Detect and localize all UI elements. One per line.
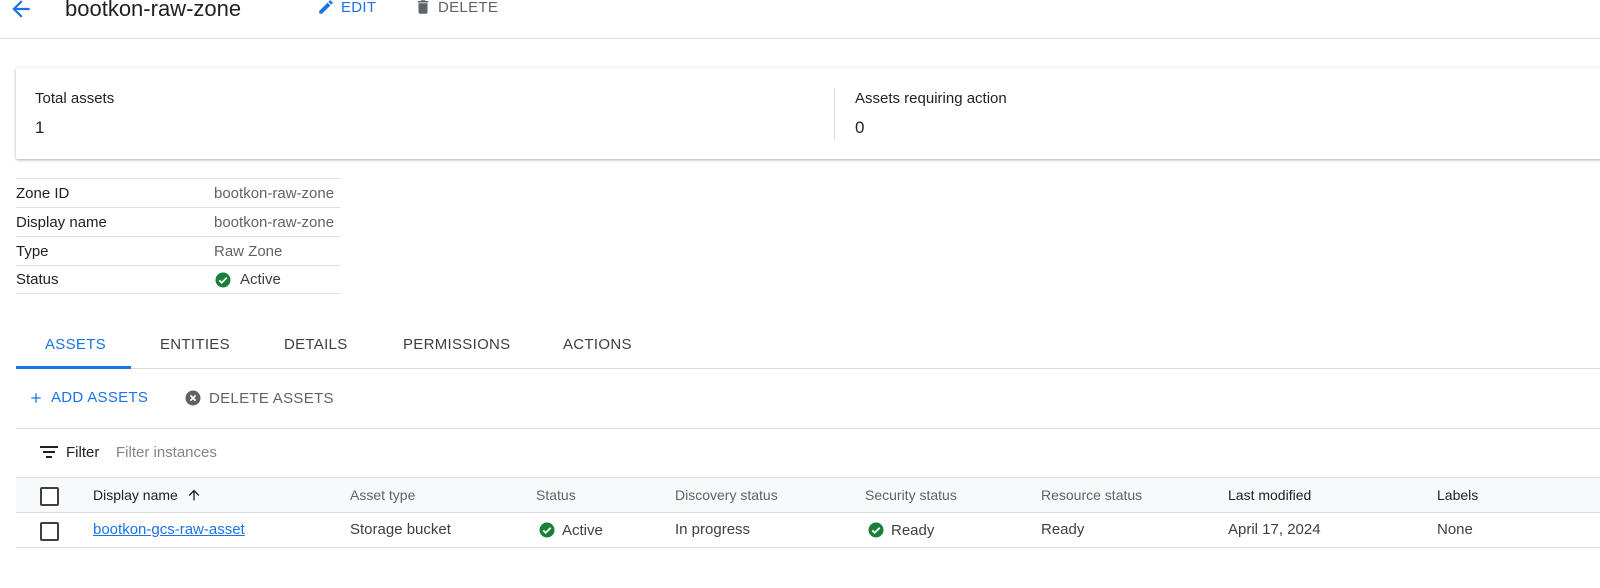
property-key: Display name (16, 213, 107, 231)
row-checkbox[interactable] (40, 522, 59, 541)
tab-actions[interactable]: ACTIONS (563, 336, 632, 353)
column-header-discovery-status[interactable]: Discovery status (675, 487, 778, 503)
cell-resource-status: Ready (1041, 521, 1085, 538)
column-header-asset-type[interactable]: Asset type (350, 487, 415, 503)
column-header-status[interactable]: Status (536, 487, 576, 503)
assets-table-header: Display name Asset type Status Discovery… (16, 478, 1600, 513)
cell-security-status: Ready (867, 521, 934, 539)
assets-requiring-action-value: 0 (855, 118, 865, 137)
sort-ascending-arrow-icon (188, 489, 200, 501)
property-key: Status (16, 271, 59, 288)
tab-permissions[interactable]: PERMISSIONS (403, 336, 511, 353)
filter-icon[interactable] (40, 445, 58, 464)
trash-icon (417, 0, 429, 14)
filter-label: Filter (66, 444, 100, 461)
delete-assets-label: DELETE ASSETS (209, 389, 334, 407)
property-value: Raw Zone (214, 242, 283, 260)
pencil-icon (319, 0, 333, 14)
filter-input[interactable] (116, 439, 516, 465)
check-circle-icon (867, 521, 885, 539)
column-header-resource-status[interactable]: Resource status (1041, 487, 1142, 503)
asset-action-bar: ADD ASSETS DELETE ASSETS (16, 369, 1600, 429)
status-text: Active (562, 521, 603, 539)
property-row-display-name: Display name bootkon-raw-zone (16, 207, 340, 236)
total-assets-value: 1 (35, 118, 45, 137)
property-row-type: Type Raw Zone (16, 236, 340, 265)
asset-link[interactable]: bootkon-gcs-raw-asset (93, 521, 245, 538)
cell-status: Active (538, 521, 603, 539)
total-assets-label: Total assets (35, 90, 115, 107)
assets-requiring-action-label: Assets requiring action (855, 90, 1007, 107)
cell-discovery-status: In progress (675, 521, 751, 538)
delete-assets-button[interactable]: DELETE ASSETS (184, 389, 334, 407)
column-header-security-status[interactable]: Security status (865, 487, 957, 503)
add-assets-button[interactable]: ADD ASSETS (28, 389, 148, 406)
tab-entities[interactable]: ENTITIES (160, 336, 230, 353)
tab-bar: ASSETS ENTITIES DETAILS PERMISSIONS ACTI… (16, 322, 1600, 369)
delete-button[interactable]: DELETE (414, 0, 498, 16)
property-row-status: Status Active (16, 265, 340, 294)
cell-labels: None (1437, 521, 1473, 538)
tab-details[interactable]: DETAILS (284, 336, 348, 353)
add-assets-label: ADD ASSETS (51, 389, 149, 406)
check-circle-icon (538, 521, 556, 539)
column-label: Display name (93, 487, 178, 503)
page-header: bootkon-raw-zone EDIT DELETE (0, 0, 1600, 39)
plus-icon (31, 392, 41, 403)
asset-summary-card: Total assets 1 Assets requiring action 0 (16, 68, 1600, 159)
cancel-circle-icon (185, 390, 201, 406)
back-arrow-icon[interactable] (8, 0, 34, 22)
check-circle-icon (214, 271, 232, 289)
property-value: bootkon-raw-zone (214, 184, 335, 202)
property-key: Type (16, 242, 49, 260)
edit-button[interactable]: EDIT (317, 0, 376, 16)
edit-label: EDIT (341, 0, 377, 16)
table-row: bootkon-gcs-raw-asset Storage bucket Act… (16, 513, 1600, 548)
column-header-display-name[interactable]: Display name (93, 487, 202, 503)
column-header-last-modified[interactable]: Last modified (1228, 487, 1311, 503)
cell-last-modified: April 17, 2024 (1228, 521, 1321, 538)
page-title: bootkon-raw-zone (65, 0, 242, 21)
security-status-text: Ready (891, 521, 935, 539)
zone-properties: Zone ID bootkon-raw-zone Display name bo… (16, 178, 340, 294)
status-text: Active (240, 271, 281, 288)
delete-label: DELETE (438, 0, 499, 16)
property-key: Zone ID (16, 184, 70, 202)
cell-display-name: bootkon-gcs-raw-asset (93, 521, 245, 538)
summary-divider (834, 88, 835, 140)
property-row-zone-id: Zone ID bootkon-raw-zone (16, 178, 340, 207)
cell-asset-type: Storage bucket (350, 521, 451, 538)
column-header-labels[interactable]: Labels (1437, 487, 1478, 503)
select-all-checkbox[interactable] (40, 487, 59, 506)
filter-bar: Filter (16, 429, 1600, 478)
property-value-status: Active (214, 271, 281, 289)
property-value: bootkon-raw-zone (214, 213, 335, 231)
tab-assets[interactable]: ASSETS (45, 336, 106, 353)
